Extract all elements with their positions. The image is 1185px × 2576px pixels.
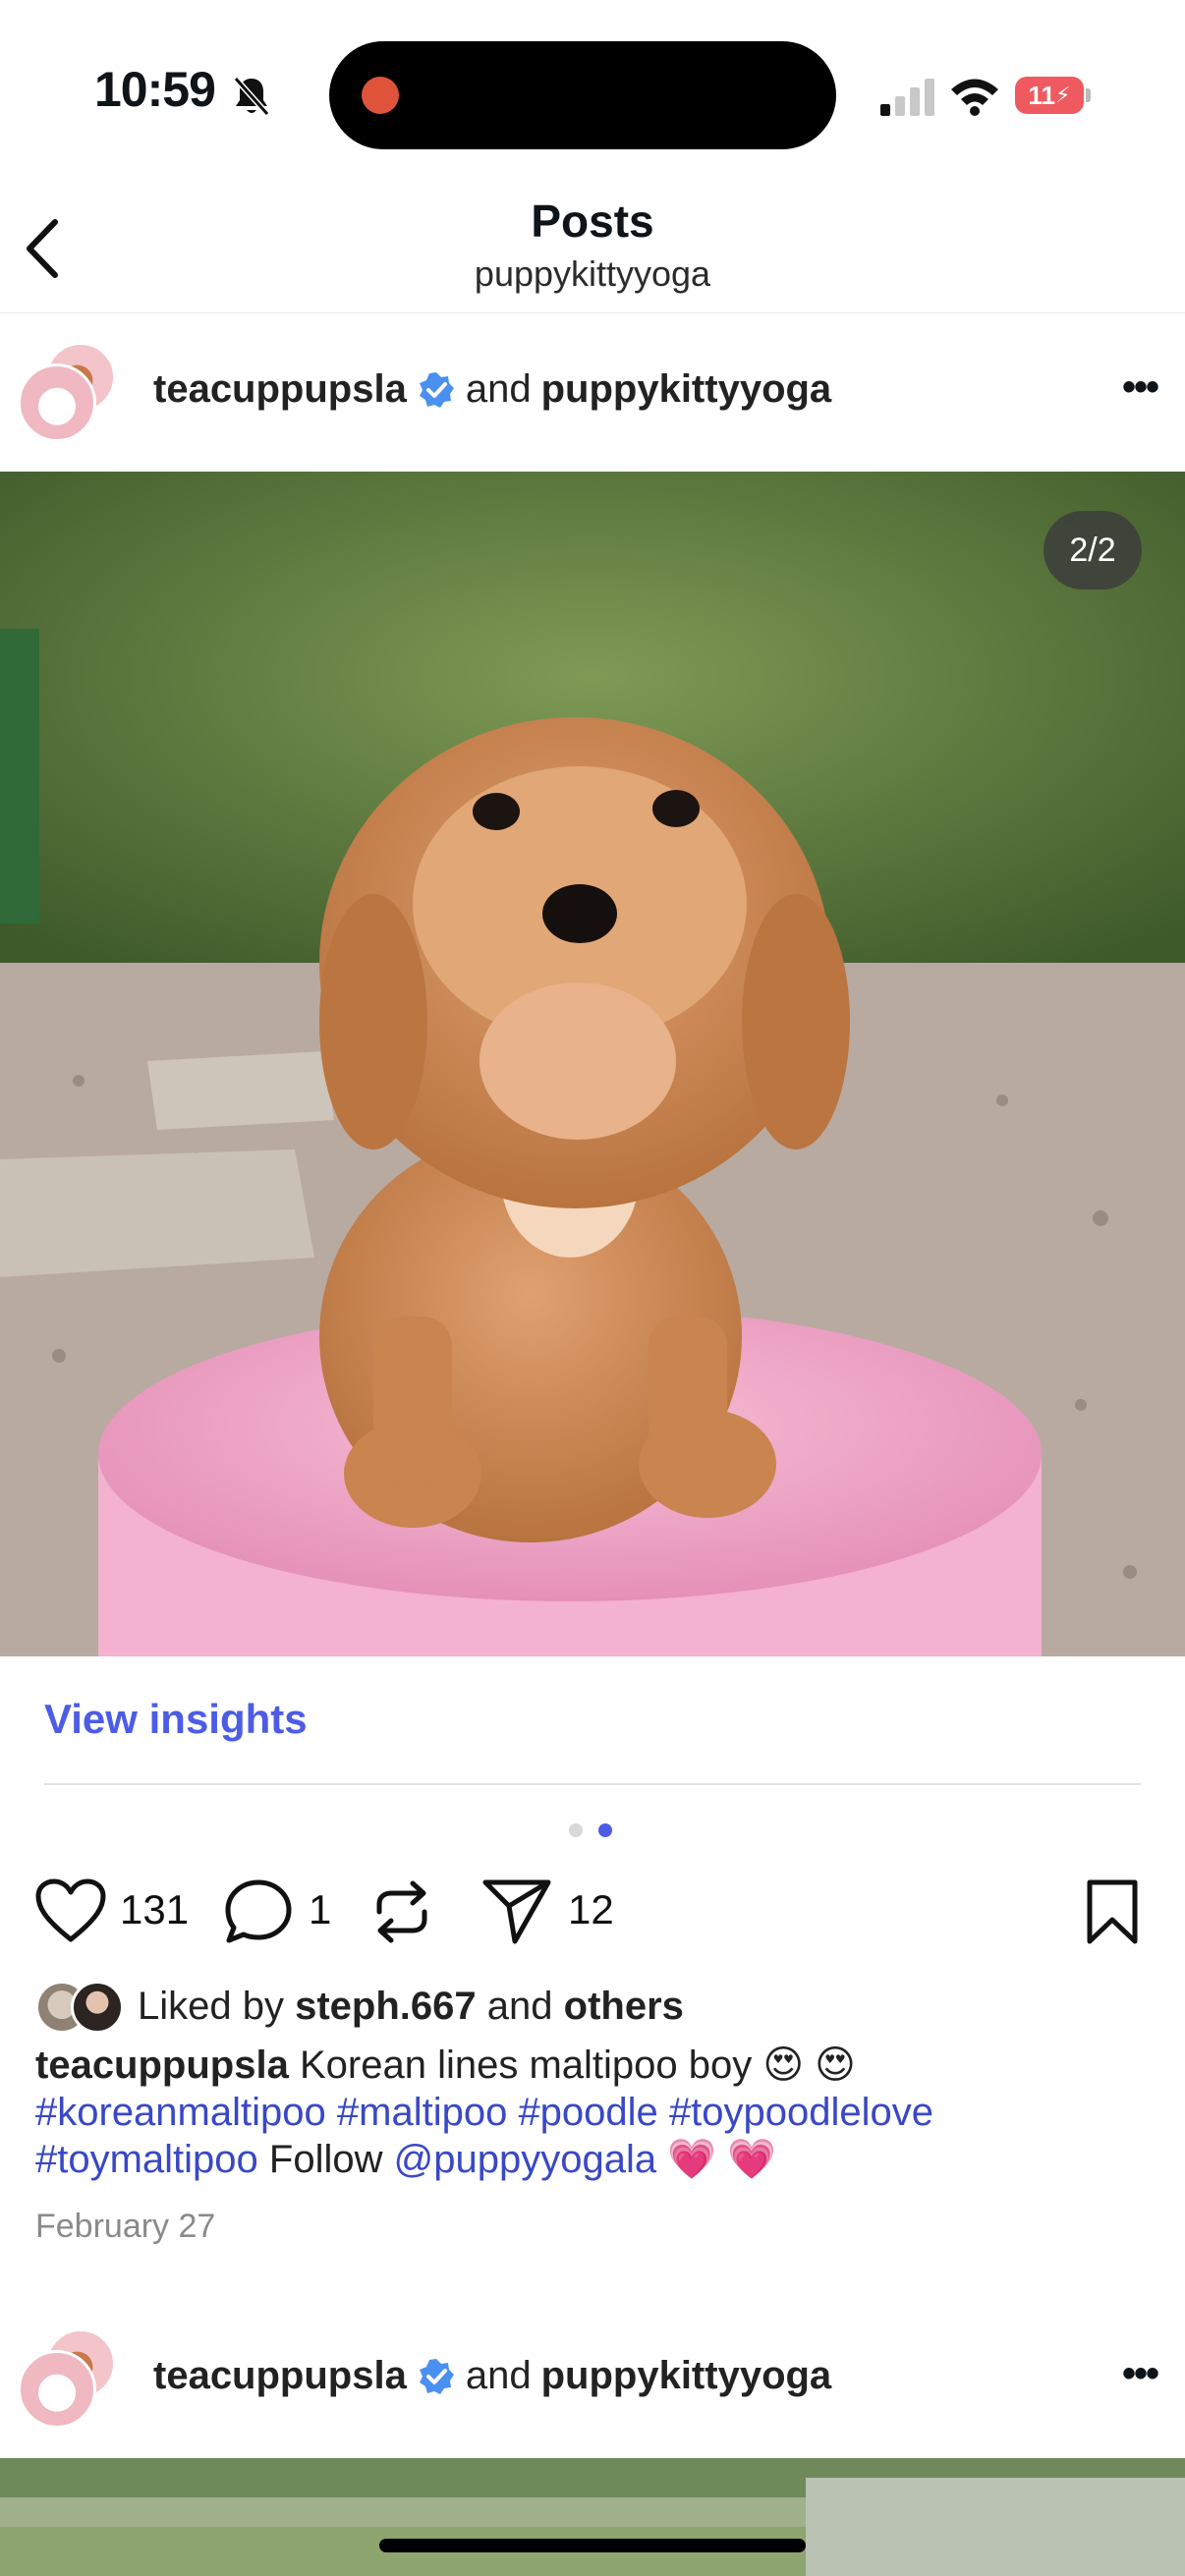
view-insights-link[interactable]: View insights: [44, 1696, 308, 1743]
puppy-photo: [0, 472, 1185, 1656]
page-subtitle: puppykittyyoga: [474, 253, 711, 294]
hashtag[interactable]: #koreanmaltipoo: [35, 2091, 326, 2134]
liked-by-prefix: Liked by: [138, 1985, 284, 2028]
carousel-dot-1: [569, 1823, 583, 1837]
post-date: February 27: [35, 2208, 216, 2245]
wifi-icon: [951, 79, 998, 116]
battery-cap: [1086, 88, 1091, 102]
next-author-joiner: and: [465, 2354, 532, 2397]
battery-level: 11: [1028, 80, 1056, 110]
caption-text: Korean lines maltipoo boy 😍 😍: [299, 2044, 856, 2087]
caption-author[interactable]: teacuppupsla: [35, 2044, 289, 2087]
post-caption: teacuppupsla Korean lines maltipoo boy 😍…: [35, 2042, 1156, 2183]
avatar-author: [18, 364, 96, 442]
likes-count[interactable]: 131: [120, 1886, 189, 1933]
more-options-icon[interactable]: •••: [1122, 365, 1159, 410]
carousel-dot-2: [598, 1823, 612, 1837]
liked-by-avatars[interactable]: [35, 1981, 124, 2036]
shares-count[interactable]: 12: [568, 1886, 614, 1933]
next-more-options-icon[interactable]: •••: [1122, 2352, 1159, 2396]
post-author-line[interactable]: teacuppupsla and puppykittyyoga: [153, 367, 831, 412]
author-joiner: and: [465, 367, 532, 411]
hashtag[interactable]: #poodle: [518, 2091, 657, 2134]
next-collaborator-name[interactable]: puppykittyyoga: [541, 2354, 832, 2398]
next-avatar-author: [18, 2350, 96, 2429]
collaborator-name[interactable]: puppykittyyoga: [541, 367, 832, 412]
comments-count[interactable]: 1: [309, 1886, 331, 1933]
heart-icon[interactable]: [35, 1878, 106, 1943]
next-post-image[interactable]: [0, 2458, 1185, 2576]
caption-end: 💗 💗: [667, 2138, 776, 2181]
post-image[interactable]: [0, 472, 1185, 1656]
repost-icon[interactable]: [371, 1878, 432, 1945]
battery-indicator: 11 ⚡: [1015, 77, 1084, 114]
share-icon[interactable]: [481, 1876, 552, 1945]
status-time: 10:59: [94, 62, 216, 117]
verified-badge-icon: [419, 371, 454, 408]
insights-divider: [44, 1783, 1141, 1785]
next-author-name[interactable]: teacuppupsla: [153, 2354, 407, 2398]
liked-by-others[interactable]: others: [564, 1985, 684, 2028]
hashtag[interactable]: #maltipoo: [337, 2091, 507, 2134]
home-indicator[interactable]: [379, 2539, 806, 2552]
next-collab-avatars[interactable]: [18, 2328, 120, 2431]
follow-text: Follow: [268, 2138, 383, 2181]
liker-avatar-2: [71, 1981, 124, 2034]
liked-by-user[interactable]: steph.667: [295, 1985, 477, 2028]
liked-by-and: and: [486, 1985, 553, 2028]
author-name[interactable]: teacuppupsla: [153, 367, 407, 412]
recording-indicator: [362, 77, 399, 114]
liked-by-text[interactable]: Liked by steph.667 and others: [138, 1985, 684, 2029]
hashtag[interactable]: #toymaltipoo: [35, 2138, 258, 2181]
dynamic-island: [329, 41, 836, 149]
mention-link[interactable]: @puppyyogala: [394, 2138, 656, 2181]
collab-avatars[interactable]: [18, 342, 120, 444]
page-title: Posts: [531, 196, 654, 247]
comment-icon[interactable]: [224, 1878, 293, 1945]
next-photo-preview: [0, 2458, 1185, 2576]
header-divider: [0, 312, 1185, 313]
charging-bolt-icon: ⚡: [1055, 83, 1071, 107]
cellular-signal-icon: [880, 79, 934, 116]
next-post-author-line[interactable]: teacuppupsla and puppykittyyoga: [153, 2354, 831, 2398]
hashtag[interactable]: #toypoodlelove: [669, 2091, 933, 2134]
bookmark-icon[interactable]: [1085, 1878, 1140, 1947]
verified-badge-icon: [419, 2358, 454, 2394]
silent-bell-icon: [233, 77, 270, 116]
image-counter: 2/2: [1044, 511, 1142, 589]
